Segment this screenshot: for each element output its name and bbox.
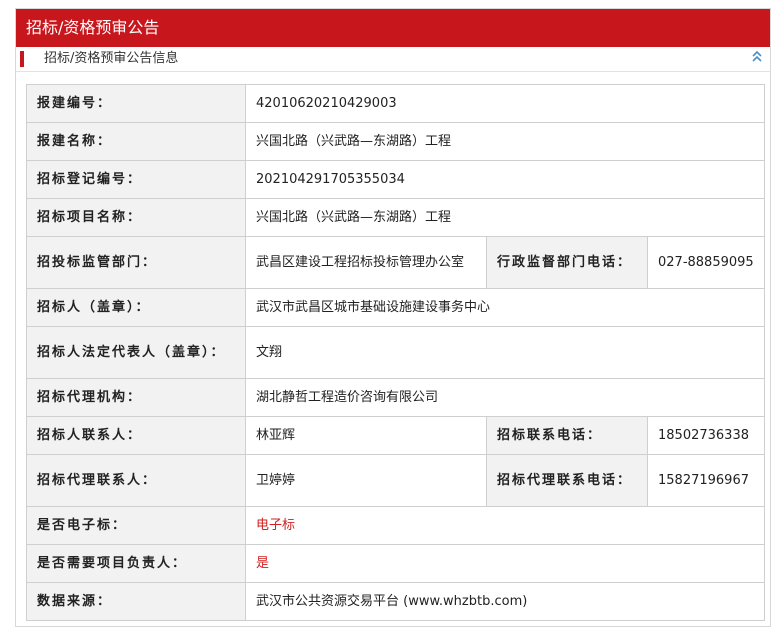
table-row: 是否电子标： 电子标	[26, 506, 766, 545]
reg-no-label: 招标登记编号：	[26, 160, 246, 199]
build-name-value: 兴国北路（兴武路—东湖路）工程	[244, 122, 766, 161]
table-row: 招标项目名称： 兴国北路（兴武路—东湖路）工程	[26, 198, 766, 237]
build-no-label: 报建编号：	[26, 84, 246, 123]
reg-no-value: 20210429170535503​4	[244, 160, 766, 199]
need-manager-value: 是	[244, 544, 766, 583]
table-row: 报建编号： 42010620210429003	[26, 84, 766, 123]
supervisor-phone-label: 行政监督部门电话：	[486, 236, 648, 289]
agency-value: 湖北静哲工程造价咨询有限公司	[244, 378, 766, 417]
contact-phone-label: 招标联系电话：	[486, 416, 648, 455]
supervisor-phone-value: 027-88859095	[646, 236, 766, 289]
source-value: 武汉市公共资源交易平台 (www.whzbtb.com)	[244, 582, 766, 621]
announcement-panel: 招标/资格预审公告 招标/资格预审公告信息 报建编号： 420106202104…	[15, 8, 771, 627]
table-row: 招标代理联系人： 卫婷婷 招标代理联系电话： 15827196967	[26, 454, 766, 507]
table-row: 报建名称： 兴国北路（兴武路—东湖路）工程	[26, 122, 766, 161]
table-row: 招投标监管部门： 武昌区建设工程招标投标管理办公室 行政监督部门电话： 027-…	[26, 236, 766, 289]
agency-label: 招标代理机构：	[26, 378, 246, 417]
contact-label: 招标人联系人：	[26, 416, 246, 455]
double-chevron-up-icon[interactable]	[750, 49, 764, 67]
table-row: 招标登记编号： 20210429170535503​4	[26, 160, 766, 199]
agency-contact-value: 卫婷婷	[245, 454, 487, 507]
section-header: 招标/资格预审公告信息	[16, 47, 770, 72]
agency-contact-phone-value: 15827196967	[646, 454, 766, 507]
source-label: 数据来源：	[26, 582, 246, 621]
tenderer-value: 武汉市武昌区城市基础设施建设事务中心	[244, 288, 766, 327]
table-row: 招标人（盖章）： 武汉市武昌区城市基础设施建设事务中心	[26, 288, 766, 327]
section-title: 招标/资格预审公告信息	[44, 51, 179, 66]
build-no-value: 42010620210429003	[244, 84, 766, 123]
table-row: 数据来源： 武汉市公共资源交易平台 (www.whzbtb.com)	[26, 582, 766, 621]
supervisor-value: 武昌区建设工程招标投标管理办公室	[245, 236, 487, 289]
electronic-value: 电子标	[244, 506, 766, 545]
legal-rep-label: 招标人法定代表人（盖章）：	[26, 326, 246, 379]
legal-rep-value: 文翔	[244, 326, 766, 379]
page-title: 招标/资格预审公告	[16, 9, 770, 47]
table-row: 招标人联系人： 林亚辉 招标联系电话： 18502736338	[26, 416, 766, 455]
tenderer-label: 招标人（盖章）：	[26, 288, 246, 327]
agency-contact-label: 招标代理联系人：	[26, 454, 246, 507]
project-name-value: 兴国北路（兴武路—东湖路）工程	[244, 198, 766, 237]
section-marker	[20, 51, 24, 67]
table-row: 招标人法定代表人（盖章）： 文翔	[26, 326, 766, 379]
table-row: 是否需要项目负责人： 是	[26, 544, 766, 583]
contact-phone-value: 18502736338	[646, 416, 766, 455]
agency-contact-phone-label: 招标代理联系电话：	[486, 454, 648, 507]
table-row: 招标代理机构： 湖北静哲工程造价咨询有限公司	[26, 378, 766, 417]
electronic-label: 是否电子标：	[26, 506, 246, 545]
supervisor-label: 招投标监管部门：	[26, 236, 246, 289]
build-name-label: 报建名称：	[26, 122, 246, 161]
contact-value: 林亚辉	[245, 416, 487, 455]
need-manager-label: 是否需要项目负责人：	[26, 544, 246, 583]
announcement-info-table: 报建编号： 42010620210429003 报建名称： 兴国北路（兴武路—东…	[26, 84, 766, 621]
project-name-label: 招标项目名称：	[26, 198, 246, 237]
